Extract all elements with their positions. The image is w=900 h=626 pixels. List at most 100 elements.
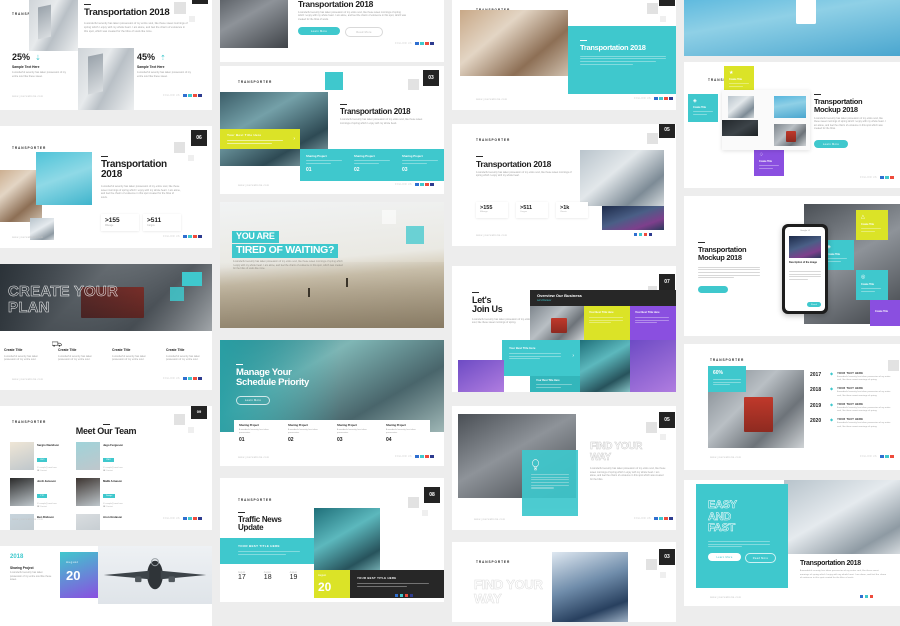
slide-preview-18[interactable]: TRANSPORTER 12 60% 2017 ◆ YOUR TEXT HERE… [684, 344, 900, 470]
dot-navy[interactable] [430, 455, 434, 459]
dot-cyan[interactable] [659, 97, 663, 101]
team-member-card[interactable]: Malik Arnason Design ✉ sample@email.com ☎ C… [76, 478, 138, 510]
dot-blue[interactable] [880, 176, 884, 180]
dot-red[interactable] [193, 377, 197, 381]
slide-preview-7[interactable]: YOU ARE TIRED OF WAITING? A wonderful se… [220, 202, 444, 328]
dot-blue[interactable] [860, 595, 864, 599]
dot-cyan[interactable] [420, 455, 424, 459]
dot-blue[interactable] [415, 455, 419, 459]
chevron-right-icon[interactable]: › [293, 136, 295, 142]
dot-blue[interactable] [654, 517, 658, 521]
slide-preview-4[interactable]: TRANSPORTER 04 Transportation 2018 www.y… [452, 0, 676, 110]
dot-blue[interactable] [415, 183, 419, 187]
slide-preview-19[interactable]: EASY AND FAST Learn More Read More Trans… [684, 480, 900, 606]
dot-navy[interactable] [198, 377, 202, 381]
dot-cyan[interactable] [188, 235, 192, 239]
dot-red[interactable] [890, 455, 894, 459]
dot-red[interactable] [890, 176, 894, 180]
slide-preview-16-header[interactable] [684, 0, 900, 56]
team-member-card[interactable]: Ben DicksonFinance✉ sample@email.com☎ Co… [10, 514, 72, 530]
cta-primary[interactable]: Learn More [708, 553, 741, 562]
slide-title: Transportation 2018 [298, 0, 374, 9]
slide-preview-14[interactable]: TRANSPORTER 03 FIND YOUR WAY [452, 542, 676, 622]
slide-preview-8[interactable]: 07 Let's Join Us A wonderful serenity ha… [452, 266, 676, 392]
phone-cta[interactable]: Read [807, 302, 821, 307]
slide-preview-2[interactable]: Transportation 2018 A wonderful serenity… [220, 0, 444, 62]
dot-cyan[interactable] [420, 42, 424, 46]
dot-cyan[interactable] [864, 595, 869, 599]
dot-red[interactable] [193, 235, 197, 239]
slide-preview-1[interactable]: TRANSPORTER 01 Transportation 2018 A won… [0, 0, 212, 110]
slide-title-line3: FAST [708, 522, 736, 535]
dot-navy[interactable] [669, 97, 673, 101]
dot-blue[interactable] [183, 94, 187, 98]
avatar [76, 442, 100, 470]
phone-lines [789, 271, 821, 282]
cta-secondary[interactable]: Read More [744, 553, 776, 564]
feature-day: 20 [318, 580, 332, 594]
dot-blue[interactable] [183, 235, 187, 239]
slide-preview-17[interactable]: △ Create Title ◈ Create Title ◎ Create T… [684, 196, 900, 336]
dot-blue[interactable] [395, 594, 399, 598]
slide-preview-15[interactable]: 2018 Sharing Project A wonderful serenit… [0, 546, 212, 626]
dot-red[interactable] [404, 594, 409, 598]
dot-red[interactable] [643, 233, 648, 237]
dot-red[interactable] [193, 94, 197, 98]
dot-navy[interactable] [430, 42, 434, 46]
slide-preview-12[interactable]: TRANSPORTER 09 Meet Our Team Sergio Davi… [0, 406, 212, 530]
dot-blue[interactable] [415, 42, 419, 46]
team-member-card[interactable]: Jago Ferguson CMO ✉ sample@email.com ☎ Cont… [76, 442, 138, 474]
dot-blue[interactable] [634, 233, 638, 237]
dot-navy[interactable] [430, 183, 434, 187]
dot-navy[interactable] [669, 517, 673, 521]
dot-cyan[interactable] [420, 183, 424, 187]
dot-cyan[interactable] [659, 517, 663, 521]
dot-navy[interactable] [198, 235, 202, 239]
dot-navy[interactable] [198, 517, 202, 521]
slide-preview-5[interactable]: TRANSPORTER 05 Transportation 2018 A won… [452, 124, 676, 246]
dot-navy[interactable] [198, 94, 202, 98]
dot-red[interactable] [193, 517, 197, 521]
slide-preview-16[interactable]: TRANSPORTER ★ Create Title ◈ Create Titl… [684, 62, 900, 188]
dot-red[interactable] [664, 97, 668, 101]
team-member-card[interactable]: Aron GislasonSupport✉ sample@email.com☎ … [76, 514, 138, 530]
step-body: A wonderful serenity has taken possessio… [239, 428, 269, 434]
chevron-right-icon[interactable]: › [572, 353, 574, 359]
dot-red[interactable] [425, 455, 429, 459]
arrow-up-icon: ⇡ [160, 55, 166, 62]
slide-preview-13[interactable]: TRANSPORTER 08 Traffic News Update YOUR … [220, 478, 444, 602]
dot-navy[interactable] [409, 594, 414, 598]
dot-blue[interactable] [654, 97, 658, 101]
dot-blue[interactable] [183, 517, 187, 521]
page-badge: 06 [191, 130, 207, 146]
dot-cyan[interactable] [399, 594, 404, 598]
cta-primary[interactable]: Learn More [298, 27, 340, 36]
cta-learn-more[interactable]: Learn More [814, 140, 848, 149]
dot-red[interactable] [664, 517, 668, 521]
dot-cyan[interactable] [188, 517, 192, 521]
dot-red[interactable] [869, 595, 874, 599]
footnote: www.yourwebsite.com [474, 518, 506, 521]
overview-title: Overview Our Business [537, 293, 582, 298]
team-member-card[interactable]: Sergio Davidson CEO ✉ sample@email.com ☎ Co… [10, 442, 72, 474]
slide-preview-6[interactable]: TRANSPORTER 06 Transportation 2018 A won… [0, 126, 212, 248]
cta-button[interactable] [698, 285, 728, 293]
team-member-card[interactable]: Jordi Jansson CTO ✉ sample@email.com ☎ Cont… [10, 478, 72, 510]
dot-cyan[interactable] [885, 176, 889, 180]
slide-preview-10[interactable]: Manage Your Schedule Priority Learn More… [220, 340, 444, 466]
dot-cyan[interactable] [188, 94, 192, 98]
cta-learn-more[interactable]: Learn More [236, 395, 270, 406]
dot-cyan[interactable] [188, 377, 192, 381]
dot-red[interactable] [425, 183, 429, 187]
slide-preview-9[interactable]: CREATE YOUR PLAN Create Title A wonderfu… [0, 264, 212, 390]
dot-cyan[interactable] [885, 455, 889, 459]
slide-preview-11[interactable]: 05 FIND YOUR WAY A wonderful serenity ha… [452, 406, 676, 530]
card-lime: Your Best Title Here [584, 306, 630, 340]
dot-navy[interactable] [648, 233, 653, 237]
slide-preview-3[interactable]: TRANSPORTER 03 Your Best Title Here › Tr… [220, 66, 444, 194]
dot-red[interactable] [425, 42, 429, 46]
cta-secondary[interactable]: Read More [345, 27, 383, 38]
dot-blue[interactable] [183, 377, 187, 381]
dot-cyan[interactable] [638, 233, 643, 237]
dot-blue[interactable] [880, 455, 884, 459]
